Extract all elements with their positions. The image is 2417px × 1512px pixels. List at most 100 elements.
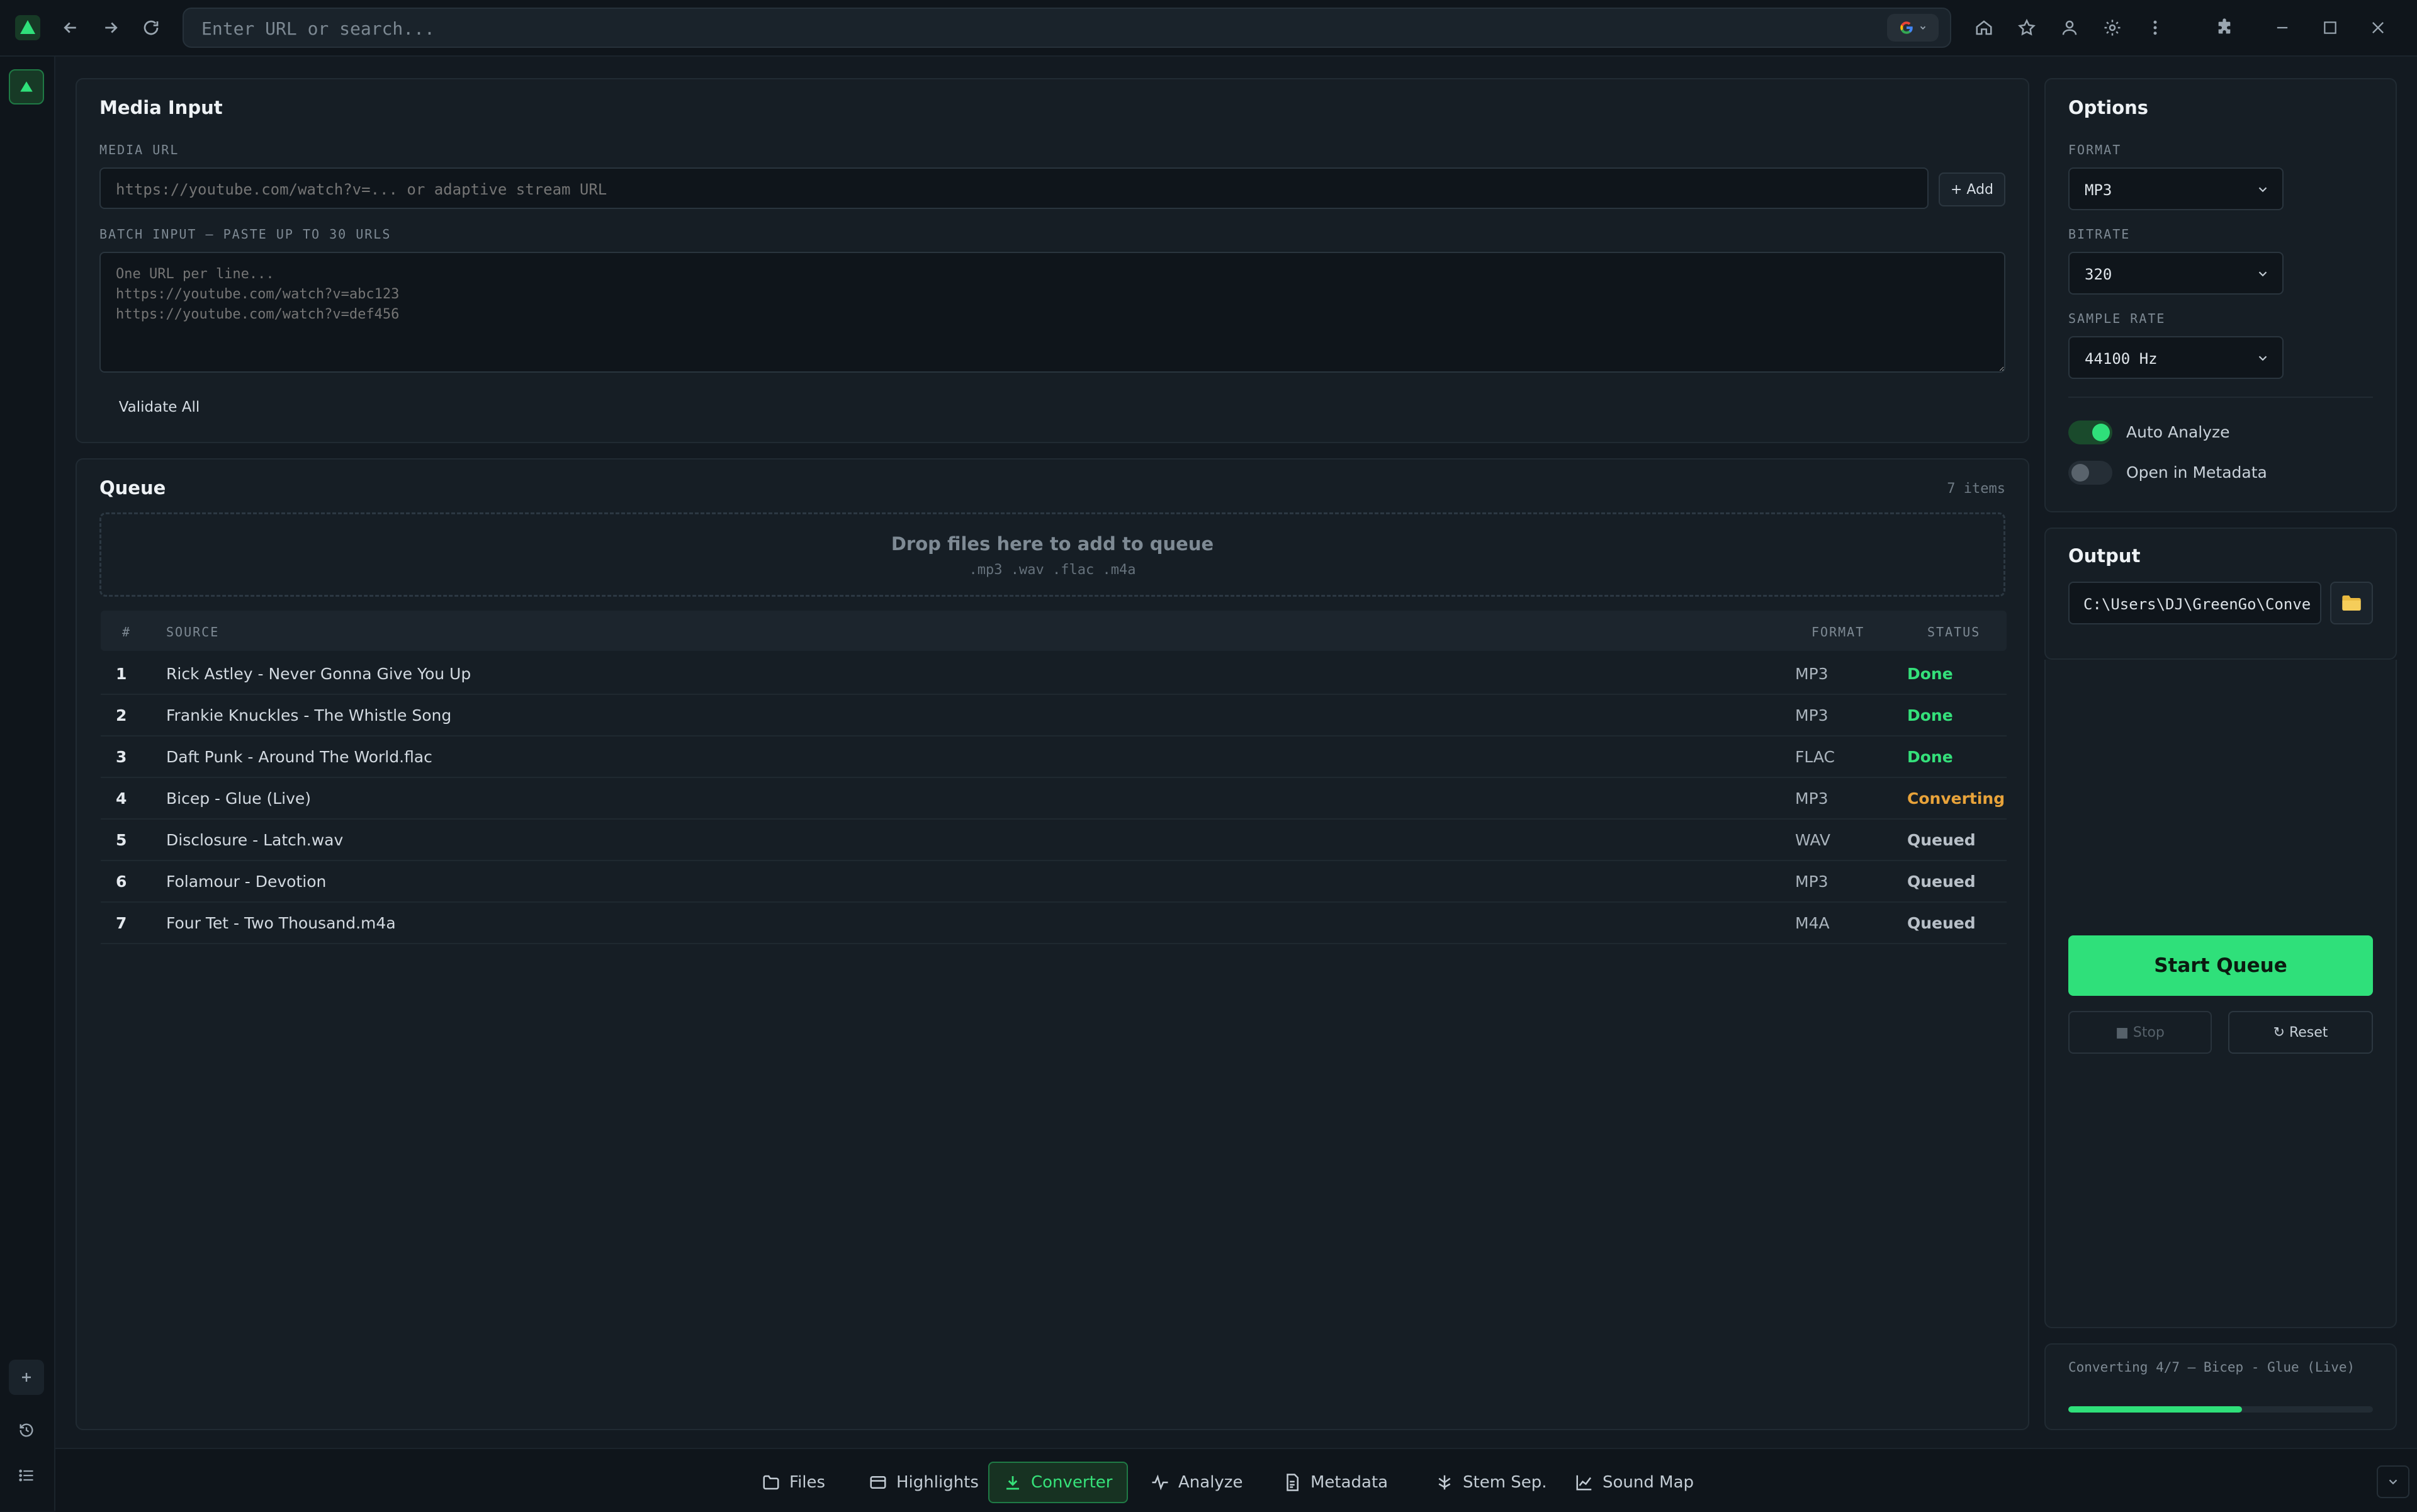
tab-label: Analyze: [1178, 1473, 1243, 1492]
url-bar: [183, 8, 1951, 48]
minimize-icon[interactable]: [2265, 10, 2300, 45]
chart-icon: [1576, 1475, 1592, 1491]
table-row[interactable]: 5 Disclosure - Latch.wav WAV Queued: [101, 820, 2007, 861]
browser-toolbar: [0, 0, 2417, 57]
table-row[interactable]: 1 Rick Astley - Never Gonna Give You Up …: [101, 653, 2007, 695]
home-icon[interactable]: [1966, 10, 2002, 45]
row-num: 5: [116, 831, 127, 849]
bookmark-star-icon[interactable]: [2009, 10, 2044, 45]
sample-rate-label: SAMPLE RATE: [2068, 311, 2166, 326]
row-num: 7: [116, 914, 127, 932]
panel-title: Media Input: [99, 97, 223, 118]
list-button[interactable]: [9, 1458, 44, 1493]
table-row[interactable]: 7 Four Tet - Two Thousand.m4a M4A Queued: [101, 903, 2007, 944]
output-path: C:\Users\DJ\GreenGo\Conve: [2083, 595, 2311, 613]
reload-icon[interactable]: [133, 10, 169, 45]
row-source: Four Tet - Two Thousand.m4a: [166, 914, 396, 932]
chevron-down-icon: [2258, 356, 2267, 361]
table-row[interactable]: 2 Frankie Knuckles - The Whistle Song MP…: [101, 695, 2007, 736]
back-icon[interactable]: [53, 10, 88, 45]
extensions-puzzle-icon[interactable]: [2207, 10, 2242, 45]
app-logo-icon[interactable]: [10, 10, 45, 45]
tab-sound-map[interactable]: Sound Map: [1561, 1462, 1708, 1503]
browse-folder-button[interactable]: [2330, 582, 2373, 624]
folder-icon: [763, 1475, 779, 1490]
options-panel: Options FORMAT MP3 BITRATE 320 SAMPLE RA…: [2044, 78, 2397, 512]
output-panel: Output C:\Users\DJ\GreenGo\Conve: [2044, 528, 2397, 660]
profile-icon[interactable]: [2052, 10, 2087, 45]
collapse-nav-button[interactable]: [2377, 1465, 2409, 1498]
folder-icon: [2342, 595, 2361, 611]
row-num: 6: [116, 872, 127, 891]
tab-files[interactable]: Files: [748, 1462, 839, 1503]
controls-panel: Start Queue ■ Stop ↻ Reset: [2044, 660, 2397, 1328]
queue-count: 7 items: [1947, 481, 2005, 497]
tab-metadata[interactable]: Metadata: [1269, 1462, 1402, 1503]
add-url-button[interactable]: + Add: [1939, 172, 2005, 206]
output-title: Output: [2068, 545, 2141, 567]
maximize-icon[interactable]: [2313, 10, 2348, 45]
row-source: Daft Punk - Around The World.flac: [166, 748, 432, 766]
table-row[interactable]: 3 Daft Punk - Around The World.flac FLAC…: [101, 736, 2007, 778]
app-logo-icon: [20, 81, 33, 92]
tab-label: Stem Sep.: [1463, 1473, 1547, 1492]
bitrate-value: 320: [2085, 266, 2112, 283]
start-queue-button[interactable]: Start Queue: [2068, 935, 2373, 996]
add-tab-button[interactable]: [9, 1360, 44, 1395]
auto-analyze-label: Auto Analyze: [2126, 423, 2230, 441]
media-url-input[interactable]: [115, 178, 1917, 201]
validate-all-button[interactable]: Validate All: [99, 389, 219, 426]
table-row[interactable]: 6 Folamour - Devotion MP3 Queued: [101, 861, 2007, 903]
toggle-knob: [2092, 424, 2110, 441]
highlights-icon: [870, 1476, 886, 1489]
toggle-knob: [2071, 464, 2089, 482]
batch-url-textarea[interactable]: [99, 252, 2005, 373]
app-tab-button[interactable]: [9, 69, 44, 104]
tab-converter[interactable]: Converter: [988, 1462, 1128, 1503]
progress-track: [2068, 1406, 2373, 1413]
bitrate-select[interactable]: 320: [2068, 252, 2284, 295]
sample-rate-select[interactable]: 44100 Hz: [2068, 336, 2284, 379]
left-rail: [0, 57, 55, 1511]
reset-button[interactable]: ↻ Reset: [2228, 1011, 2373, 1054]
more-menu-icon[interactable]: [2138, 10, 2173, 45]
status-badge: Done: [1907, 665, 1953, 683]
tab-highlights[interactable]: Highlights: [855, 1462, 993, 1503]
stop-button[interactable]: ■ Stop: [2068, 1011, 2212, 1054]
settings-gear-icon[interactable]: [2095, 10, 2130, 45]
sample-rate-value: 44100 Hz: [2085, 350, 2158, 368]
close-window-icon[interactable]: [2360, 10, 2396, 45]
split-icon: [1438, 1475, 1451, 1490]
status-badge: Done: [1907, 748, 1953, 766]
output-path-field[interactable]: C:\Users\DJ\GreenGo\Conve: [2068, 582, 2321, 624]
bitrate-label: BITRATE: [2068, 227, 2131, 242]
google-icon: [1900, 21, 1913, 34]
history-icon: [20, 1423, 33, 1437]
url-input[interactable]: [200, 15, 1877, 42]
row-source: Frankie Knuckles - The Whistle Song: [166, 706, 452, 725]
tab-analyze[interactable]: Analyze: [1137, 1462, 1256, 1503]
file-drop-zone[interactable]: Drop files here to add to queue .mp3 .wa…: [99, 512, 2005, 597]
row-num: 1: [116, 665, 127, 683]
auto-analyze-toggle[interactable]: [2068, 420, 2112, 444]
col-num: #: [122, 624, 132, 640]
history-button[interactable]: [9, 1413, 44, 1448]
progress-text: Converting 4/7 — Bicep - Glue (Live): [2068, 1360, 2355, 1375]
tab-label: Converter: [1031, 1473, 1113, 1492]
search-engine-button[interactable]: [1887, 14, 1939, 42]
queue-title: Queue: [99, 477, 166, 499]
format-select[interactable]: MP3: [2068, 167, 2284, 210]
media-input-panel: Media Input MEDIA URL + Add BATCH INPUT …: [76, 78, 2029, 443]
options-title: Options: [2068, 97, 2149, 118]
status-badge: Done: [1907, 706, 1953, 725]
document-icon: [1287, 1474, 1299, 1491]
queue-panel: Queue 7 items Drop files here to add to …: [76, 458, 2029, 1430]
open-metadata-toggle[interactable]: [2068, 461, 2112, 485]
tab-stem-sep[interactable]: Stem Sep.: [1421, 1462, 1561, 1503]
media-url-field: [99, 167, 1929, 209]
forward-icon[interactable]: [93, 10, 128, 45]
row-format: MP3: [1795, 789, 1828, 808]
download-icon: [1006, 1476, 1019, 1490]
row-num: 4: [116, 789, 127, 808]
table-row[interactable]: 4 Bicep - Glue (Live) MP3 Converting: [101, 778, 2007, 820]
